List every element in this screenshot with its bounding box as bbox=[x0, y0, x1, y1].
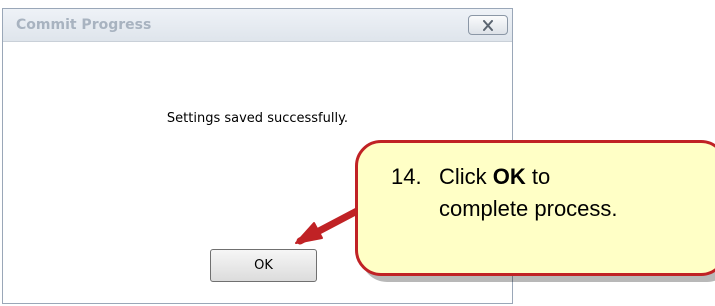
instruction-callout: 14. Click OK to complete process. bbox=[355, 140, 715, 276]
callout-text: 14. Click OK to complete process. bbox=[391, 161, 618, 225]
callout-before: Click bbox=[439, 164, 493, 189]
callout-line-1: 14. Click OK to bbox=[391, 161, 618, 193]
callout-emphasis: OK bbox=[492, 164, 526, 189]
callout-line-2: complete process. bbox=[439, 196, 618, 221]
callout-after: to bbox=[525, 164, 551, 189]
step-number: 14. bbox=[391, 164, 422, 189]
